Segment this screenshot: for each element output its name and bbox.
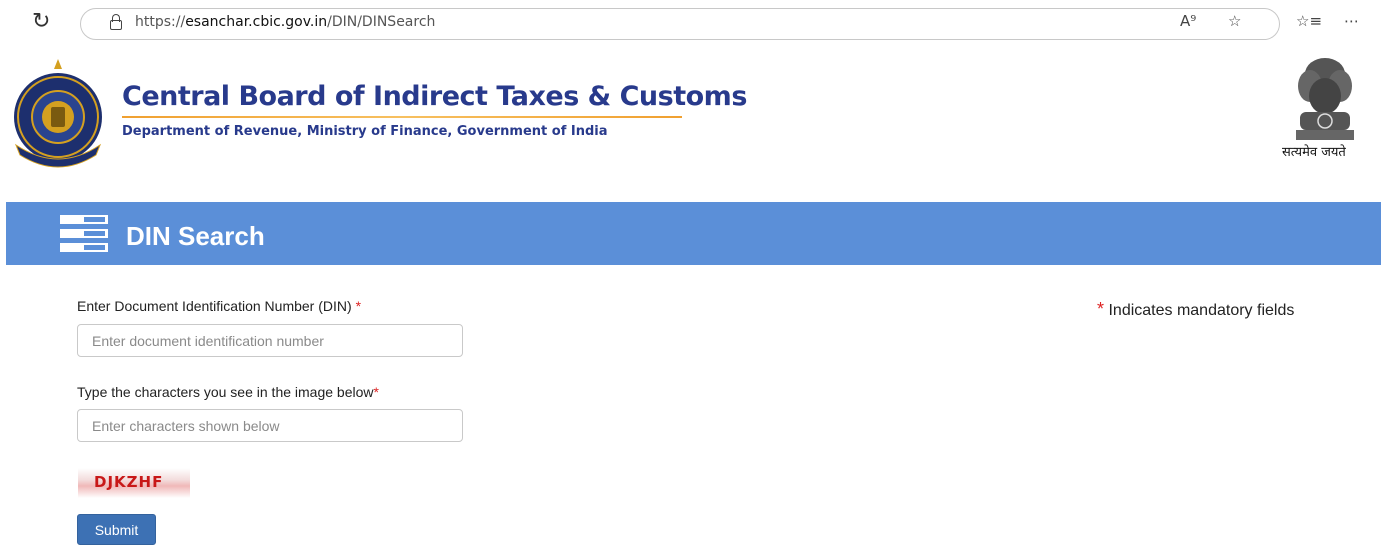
page-banner: DIN Search bbox=[6, 202, 1381, 265]
din-input[interactable] bbox=[77, 324, 463, 357]
page-title: Central Board of Indirect Taxes & Custom… bbox=[122, 81, 747, 112]
mandatory-note: * Indicates mandatory fields bbox=[1097, 299, 1295, 319]
submit-button[interactable]: Submit bbox=[77, 514, 156, 545]
page-subtitle: Department of Revenue, Ministry of Finan… bbox=[122, 124, 608, 139]
more-menu-icon[interactable]: ⋯ bbox=[1344, 12, 1359, 30]
title-underline bbox=[122, 116, 682, 118]
captcha-text: DJKZHF bbox=[94, 473, 164, 491]
captcha-image: DJKZHF bbox=[78, 468, 190, 498]
banner-title: DIN Search bbox=[126, 221, 265, 251]
emblem-motto: सत्यमेव जयते bbox=[1282, 145, 1346, 160]
browser-toolbar: ↻ https://esanchar.cbic.gov.in/DIN/DINSe… bbox=[0, 0, 1381, 48]
favorites-list-icon[interactable]: ☆≡ bbox=[1296, 12, 1322, 30]
captcha-label: Type the characters you see in the image… bbox=[77, 384, 379, 400]
list-icon bbox=[60, 215, 108, 252]
favorite-star-icon[interactable]: ☆ bbox=[1228, 12, 1241, 30]
url-text[interactable]: https://esanchar.cbic.gov.in/DIN/DINSear… bbox=[135, 14, 435, 30]
reload-icon[interactable]: ↻ bbox=[32, 10, 56, 34]
read-aloud-icon[interactable]: A⁹ bbox=[1180, 12, 1196, 30]
captcha-input[interactable] bbox=[77, 409, 463, 442]
lock-icon[interactable] bbox=[110, 14, 122, 30]
din-label: Enter Document Identification Number (DI… bbox=[77, 298, 362, 314]
cbic-logo bbox=[14, 59, 102, 168]
national-emblem-icon bbox=[1296, 58, 1354, 140]
